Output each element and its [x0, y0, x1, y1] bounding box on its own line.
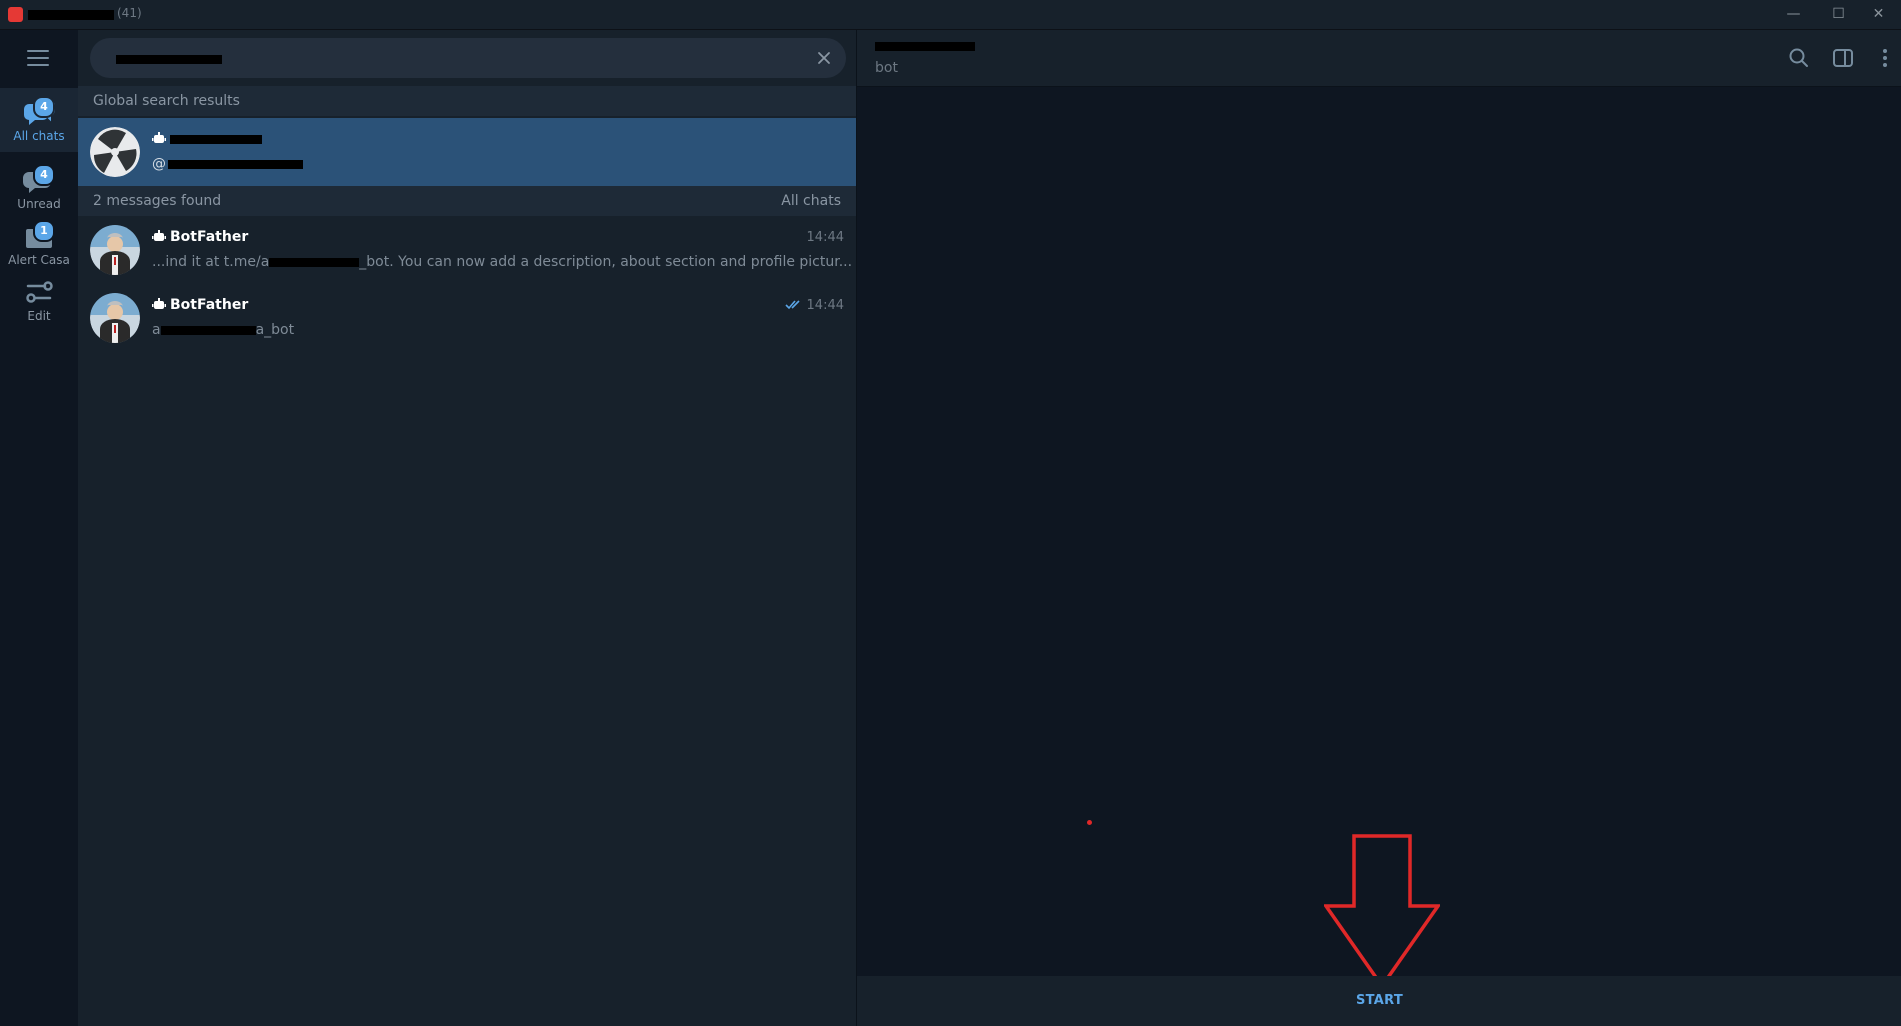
folder-label: Alert Casa — [8, 253, 70, 267]
messages-found-count: 2 messages found — [93, 193, 222, 209]
folder-label: Edit — [27, 309, 51, 323]
username-prefix: @ — [152, 156, 166, 172]
messages-filter-link[interactable]: All chats — [781, 186, 841, 216]
folder-label: All chats — [13, 129, 65, 143]
message-snippet: a a_bot — [152, 322, 294, 338]
message-result-item[interactable]: BotFather 14:44 a a_bot — [78, 284, 856, 352]
messages-found-header: 2 messages found All chats — [78, 186, 856, 216]
redacted-snippet — [160, 325, 256, 335]
global-results-title: Global search results — [93, 93, 240, 109]
folder-badge: 4 — [33, 96, 55, 118]
start-button[interactable]: START — [857, 976, 1901, 1026]
title-bar: (41) — ☐ ✕ — [0, 0, 1901, 30]
botfather-avatar — [90, 293, 140, 343]
menu-icon[interactable] — [27, 50, 49, 66]
chat-bubble-icon: 4 — [19, 162, 59, 196]
chat-status: bot — [875, 60, 898, 76]
time-text: 14:44 — [806, 298, 844, 313]
folder-all-chats[interactable]: 4 All chats — [0, 88, 78, 152]
chat-pane: bot START — [856, 30, 1901, 1026]
message-snippet: ...ind it at t.me/a _bot. You can now add… — [152, 254, 852, 270]
search-icon[interactable] — [1787, 46, 1811, 70]
sender-name: BotFather — [170, 297, 249, 313]
redacted-bot-name — [170, 134, 262, 144]
redacted-chat-title — [875, 42, 975, 51]
maximize-button[interactable]: ☐ — [1816, 0, 1861, 29]
folder-alert-casa[interactable]: 1 Alert Casa — [0, 212, 78, 276]
sender-name: BotFather — [170, 229, 249, 245]
redacted-username — [168, 159, 303, 169]
bot-icon — [152, 132, 166, 143]
message-result-item[interactable]: BotFather 14:44 ...ind it at t.me/a _bot.… — [78, 216, 856, 284]
message-sender: BotFather — [152, 229, 248, 245]
folder-icon: 1 — [19, 218, 59, 252]
close-icon[interactable] — [812, 46, 836, 70]
result-name — [152, 131, 262, 147]
search-input[interactable] — [104, 38, 798, 80]
bot-icon — [152, 230, 166, 241]
folder-edit[interactable]: Edit — [0, 268, 78, 332]
telegram-app-icon — [8, 7, 23, 22]
message-sender: BotFather — [152, 297, 248, 313]
annotation-arrow-icon — [1324, 834, 1440, 988]
snippet-end: _bot. You can now add a description, abo… — [359, 254, 853, 270]
result-username: @ — [152, 156, 303, 172]
folder-rail: 4 All chats 4 Unread 1 Alert Casa Edit — [0, 30, 78, 1026]
redacted-snippet — [269, 257, 360, 267]
redacted-window-title — [28, 10, 114, 20]
bot-icon — [152, 298, 166, 309]
more-vertical-icon[interactable] — [1873, 46, 1897, 70]
folder-unread[interactable]: 4 Unread — [0, 156, 78, 220]
search-results-column: Global search results @ 2 messages found… — [78, 30, 856, 1026]
chat-header[interactable]: bot — [857, 30, 1901, 87]
message-time: 14:44 — [784, 298, 844, 313]
message-time: 14:44 — [806, 230, 844, 245]
global-result-item[interactable]: @ — [78, 118, 856, 186]
folder-badge: 1 — [33, 220, 55, 242]
bot-avatar — [90, 127, 140, 177]
botfather-avatar — [90, 225, 140, 275]
window-unread-count: (41) — [117, 6, 142, 20]
search-field[interactable] — [90, 38, 846, 80]
folder-label: Unread — [17, 197, 61, 211]
annotation-dot — [1087, 820, 1092, 825]
read-checks-icon — [784, 300, 800, 310]
sliders-icon — [19, 274, 59, 308]
global-results-header: Global search results — [78, 86, 856, 116]
snippet-start: a — [152, 322, 161, 338]
minimize-button[interactable]: — — [1771, 0, 1816, 29]
folder-badge: 4 — [33, 164, 55, 186]
close-window-button[interactable]: ✕ — [1856, 0, 1901, 29]
snippet-start: ...ind it at t.me/a — [152, 254, 270, 270]
snippet-end: a_bot — [255, 322, 295, 338]
sidebar-toggle-icon[interactable] — [1831, 46, 1855, 70]
chats-icon: 4 — [19, 94, 59, 128]
